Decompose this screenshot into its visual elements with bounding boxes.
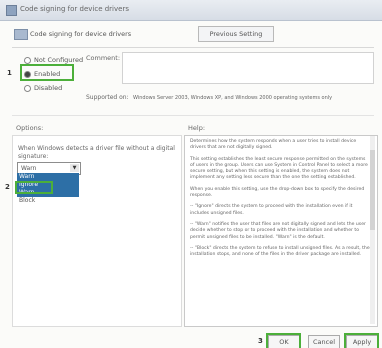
options-label: Options: [16, 124, 44, 132]
policy-header: Code signing for device drivers [0, 21, 382, 45]
radio-circle-icon [24, 56, 31, 64]
highlight-box-ok [266, 333, 301, 348]
supported-on-value: Windows Server 2003, Windows XP, and Win… [133, 95, 333, 101]
supported-on-label: Supported on: [86, 94, 129, 101]
help-paragraph: -- "Warn" notifies the user that files a… [190, 221, 366, 240]
help-paragraph: -- "Ignore" directs the system to procee… [190, 204, 353, 216]
radio-not-configured[interactable]: Not Configured [24, 56, 83, 64]
highlight-box-apply [344, 333, 379, 348]
policy-dialog: Code signing for device drivers Code sig… [0, 0, 382, 348]
policy-icon [6, 5, 17, 16]
help-label: Help: [188, 124, 206, 132]
cancel-button[interactable]: Cancel [308, 335, 340, 348]
setting-icon [14, 29, 28, 40]
window-title: Code signing for device drivers [20, 5, 129, 13]
comment-label: Comment: [86, 54, 121, 62]
dropdown-option[interactable]: Block [17, 197, 79, 205]
highlight-box-warn [15, 181, 53, 194]
divider [12, 47, 374, 48]
divider [12, 115, 374, 116]
help-paragraph: When you enable this setting, use the dr… [190, 186, 365, 199]
radio-label-disabled: Disabled [34, 84, 63, 92]
radio-circle-icon [24, 84, 31, 92]
previous-setting-button[interactable]: Previous Setting [198, 26, 274, 42]
radio-label-not-configured: Not Configured [34, 56, 84, 64]
help-paragraph: This setting establishes the least secur… [190, 156, 368, 181]
highlight-box-enabled [20, 64, 74, 81]
callout-number: 1 [7, 69, 12, 77]
radio-disabled[interactable]: Disabled [24, 84, 62, 92]
help-text: Determines how the system responds when … [190, 139, 370, 263]
help-paragraph: -- "Block" directs the system to refuse … [190, 245, 370, 258]
dropdown-value: Warn [21, 165, 37, 172]
comment-field[interactable] [122, 52, 374, 84]
policy-name: Code signing for device drivers [30, 30, 132, 38]
scrollbar-thumb[interactable] [370, 150, 375, 230]
title-bar: Code signing for device drivers [0, 0, 382, 21]
dropdown-option[interactable]: Warn [17, 173, 79, 181]
callout-number: 3 [258, 337, 263, 345]
help-paragraph: Determines how the system responds when … [190, 139, 357, 151]
callout-number: 2 [5, 183, 10, 191]
chevron-down-icon[interactable]: ▼ [70, 164, 79, 172]
options-description: When Windows detects a driver file witho… [18, 145, 175, 160]
